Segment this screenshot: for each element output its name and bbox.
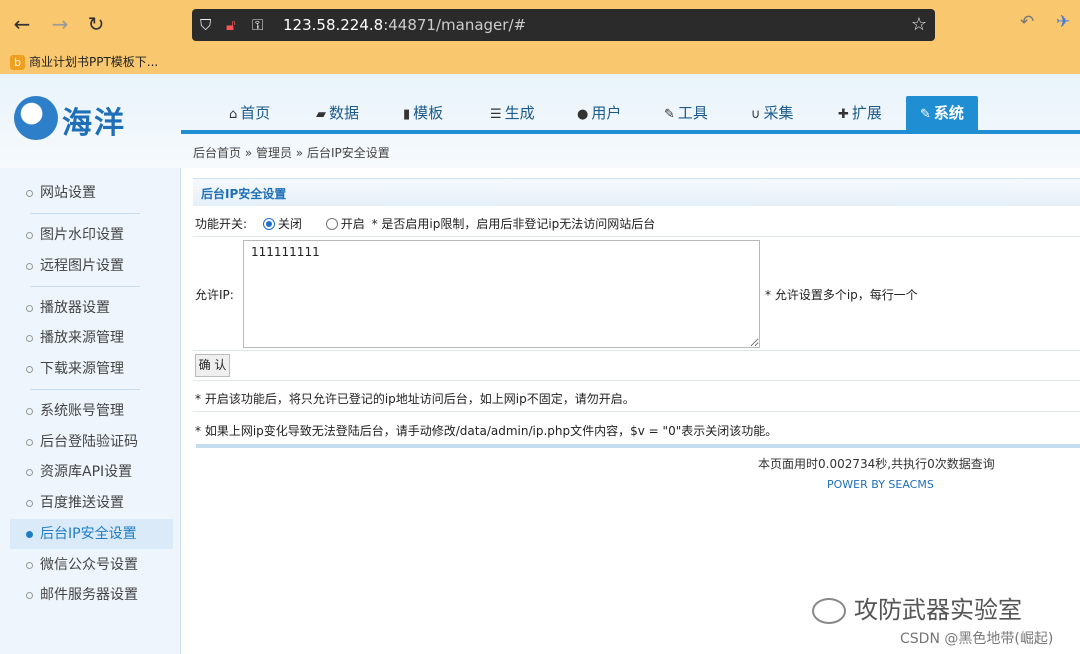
browser-toolbar: ← → ↻ ⛉ 🔓︎ ⚿ 123.58.224.8:44871/manager/… — [0, 0, 1080, 50]
breadcrumb: 后台首页 » 管理员 » 后台IP安全设置 — [193, 146, 390, 160]
sidebar-item-wechat[interactable]: 微信公众号设置 — [10, 550, 173, 580]
book-icon: ▰ — [316, 107, 326, 122]
bullet-icon — [26, 562, 33, 569]
bullet-icon — [26, 531, 33, 538]
bullet-icon — [26, 335, 33, 342]
divider — [30, 286, 140, 287]
server-icon: ☰ — [490, 107, 502, 122]
address-bar[interactable]: ⛉ 🔓︎ ⚿ 123.58.224.8:44871/manager/# ☆ — [192, 9, 935, 41]
divider — [193, 350, 1080, 351]
powered-by-link[interactable]: POWER BY SEACMS — [827, 478, 934, 491]
shield-icon: ⛉ — [200, 16, 212, 34]
divider — [193, 236, 1080, 237]
user-icon: ● — [577, 107, 589, 122]
confirm-button[interactable]: 确 认 — [195, 354, 230, 377]
edit-icon: ✎ — [920, 107, 931, 122]
reload-icon[interactable]: ↻ — [82, 10, 110, 38]
sidebar-item-player[interactable]: 播放器设置 — [10, 293, 173, 323]
page-timing: 本页面用时0.002734秒,共执行0次数据查询 — [758, 457, 995, 471]
wechat-icon — [812, 598, 846, 624]
divider — [30, 213, 140, 214]
bullet-icon — [26, 263, 33, 270]
allow-ip-label: 允许IP: — [195, 288, 234, 302]
key-icon: ⚿ — [252, 16, 264, 34]
bookmark-item[interactable]: b 商业计划书PPT模板下... — [10, 53, 158, 70]
sidebar-item-captcha[interactable]: 后台登陆验证码 — [10, 427, 173, 457]
bullet-icon — [26, 305, 33, 312]
undo-icon[interactable]: ↶ — [1020, 12, 1034, 32]
allow-ip-hint: * 允许设置多个ip，每行一个 — [765, 288, 918, 302]
panel-title: 后台IP安全设置 — [201, 187, 287, 201]
sidebar-item-ip-security[interactable]: 后台IP安全设置 — [10, 519, 173, 549]
divider — [193, 411, 1080, 412]
extension-icon[interactable]: ✈ — [1056, 12, 1070, 32]
bullet-icon — [26, 592, 33, 599]
wave-logo-icon — [14, 96, 58, 140]
note-recovery: * 如果上网ip变化导致无法登陆后台，请手动修改/data/admin/ip.p… — [195, 424, 778, 438]
divider — [193, 380, 1080, 381]
switch-hint: * 是否启用ip限制，启用后非登记ip无法访问网站后台 — [371, 217, 656, 231]
sidebar-item-api[interactable]: 资源库API设置 — [10, 457, 173, 487]
radio-unchecked-icon — [325, 218, 338, 230]
logo-text: 海洋 — [62, 106, 126, 141]
sidebar-item-download-sources[interactable]: 下载来源管理 — [10, 354, 173, 384]
sidebar: 网站设置 图片水印设置 远程图片设置 播放器设置 播放来源管理 下载来源管理 系… — [0, 168, 181, 654]
logo[interactable]: 海洋 — [14, 94, 134, 144]
file-icon: ▮ — [403, 107, 411, 122]
sidebar-item-watermark[interactable]: 图片水印设置 — [10, 220, 173, 250]
bullet-icon — [26, 439, 33, 446]
divider — [30, 389, 140, 390]
url-text: 123.58.224.8:44871/manager/# — [283, 16, 527, 34]
sidebar-item-baidu-push[interactable]: 百度推送设置 — [10, 488, 173, 518]
bullet-icon — [26, 408, 33, 415]
radio-off[interactable]: 关闭 — [262, 217, 302, 231]
home-icon: ⌂ — [229, 107, 238, 122]
sidebar-item-site-settings[interactable]: 网站设置 — [10, 178, 173, 208]
watermark: 攻防武器实验室 — [812, 590, 1022, 625]
back-icon[interactable]: ← — [8, 10, 36, 38]
magnet-icon: ∪ — [751, 107, 761, 122]
tab-extend[interactable]: ✚ 扩展 — [838, 96, 882, 130]
sidebar-item-remote-images[interactable]: 远程图片设置 — [10, 251, 173, 281]
insecure-lock-icon[interactable]: 🔓︎ — [226, 15, 236, 35]
radio-on[interactable]: 开启 — [325, 217, 365, 231]
tab-user[interactable]: ● 用户 — [577, 96, 621, 130]
sidebar-item-accounts[interactable]: 系统账号管理 — [10, 396, 173, 426]
wrench-icon: ✎ — [664, 107, 675, 122]
puzzle-icon: ✚ — [838, 107, 849, 122]
bullet-icon — [26, 469, 33, 476]
tab-generate[interactable]: ☰ 生成 — [490, 96, 535, 130]
tab-system[interactable]: ✎ 系统 — [906, 96, 978, 130]
panel-header: 后台IP安全设置 — [193, 178, 1080, 206]
csdn-watermark: CSDN @黑色地带(崛起) — [900, 631, 1054, 647]
forward-icon[interactable]: → — [46, 10, 74, 38]
tab-tools[interactable]: ✎ 工具 — [664, 96, 708, 130]
tab-data[interactable]: ▰ 数据 — [316, 96, 359, 130]
tab-home[interactable]: ⌂ 首页 — [229, 96, 270, 130]
bullet-icon — [26, 500, 33, 507]
bullet-icon — [26, 232, 33, 239]
tab-template[interactable]: ▮ 模板 — [403, 96, 443, 130]
radio-checked-icon — [262, 218, 275, 230]
allow-ip-textarea[interactable]: 111111111 — [243, 240, 760, 348]
footer-divider — [196, 444, 1080, 448]
tab-collect[interactable]: ∪ 采集 — [751, 96, 794, 130]
switch-label: 功能开关: — [195, 217, 248, 231]
bullet-icon — [26, 190, 33, 197]
sidebar-item-play-sources[interactable]: 播放来源管理 — [10, 323, 173, 353]
switch-row: 功能开关: 关闭 开启 * 是否启用ip限制，启用后非登记ip无法访问网站后台 — [195, 215, 655, 232]
bookmarks-bar: b 商业计划书PPT模板下... — [0, 50, 1080, 74]
app-header: 海洋 ⌂ 首页 ▰ 数据 ▮ 模板 ☰ 生成 ● 用户 ✎ 工具 ∪ 采集 ✚ 扩展 ✎ 系统 后… — [0, 74, 1080, 168]
nav-underline — [181, 130, 1080, 134]
bullet-icon — [26, 366, 33, 373]
bookmark-star-icon[interactable]: ☆ — [911, 14, 927, 35]
note-enable: * 开启该功能后，将只允许已登记的ip地址访问后台，如上网ip不固定，请勿开启。 — [195, 392, 635, 406]
sidebar-item-mail-server[interactable]: 邮件服务器设置 — [10, 580, 173, 610]
bookmark-favicon-icon: b — [10, 55, 25, 70]
